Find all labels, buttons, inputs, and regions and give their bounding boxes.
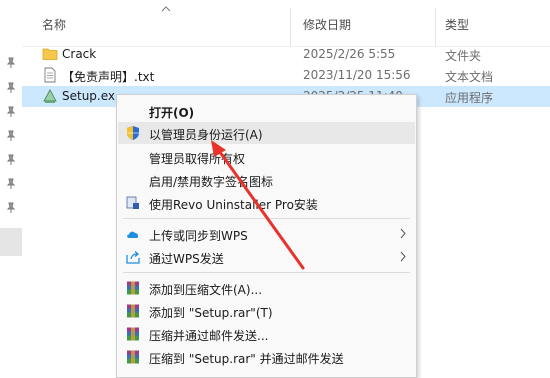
winrar-icon <box>127 350 139 364</box>
chevron-right-icon <box>400 228 406 239</box>
share-icon <box>126 251 140 264</box>
quick-access-strip <box>0 0 22 370</box>
pin-icon[interactable] <box>5 130 17 142</box>
pin-icon[interactable] <box>5 57 17 69</box>
file-date: 2025/2/26 5:55 <box>303 47 396 61</box>
menu-separator <box>123 218 410 219</box>
menu-item-wps-upload[interactable]: 上传或同步到WPS <box>118 223 415 245</box>
pin-icon[interactable] <box>5 106 17 118</box>
menu-item-add-to-setup-rar[interactable]: 添加到 "Setup.rar"(T) <box>118 300 415 322</box>
cloud-icon <box>127 231 139 238</box>
pin-icon[interactable] <box>5 178 17 190</box>
menu-item-label: 压缩到 "Setup.rar" 并通过邮件发送 <box>149 352 344 366</box>
menu-item-compress-and-email[interactable]: 压缩并通过邮件发送... <box>118 323 415 345</box>
context-menu: 打开(O) 以管理员身份运行(A) 管理员取得所有权 启用/禁用数字签名图标 使… <box>116 94 417 378</box>
column-divider[interactable] <box>290 8 291 46</box>
text-file-icon <box>44 67 56 83</box>
column-header-name[interactable]: 名称 <box>42 16 66 33</box>
menu-item-add-to-archive[interactable]: 添加到压缩文件(A)... <box>118 277 415 299</box>
menu-item-compress-setup-rar-email[interactable]: 压缩到 "Setup.rar" 并通过邮件发送 <box>118 346 415 368</box>
menu-item-label: 启用/禁用数字签名图标 <box>149 175 274 189</box>
file-name: 【免责声明】.txt <box>62 70 155 84</box>
file-row[interactable]: Crack 2025/2/26 5:55 文件夹 <box>22 44 550 65</box>
chevron-right-icon <box>400 251 406 262</box>
menu-item-label: 打开(O) <box>149 106 195 120</box>
column-divider[interactable] <box>435 8 436 46</box>
winrar-icon <box>127 327 139 341</box>
file-date: 2023/11/20 15:56 <box>303 68 411 82</box>
nav-selected-item[interactable] <box>0 228 22 256</box>
menu-item-open[interactable]: 打开(O) <box>118 100 415 122</box>
revo-uninstaller-icon <box>126 196 139 209</box>
winrar-icon <box>127 304 139 318</box>
pin-icon[interactable] <box>5 82 17 94</box>
file-type: 应用程序 <box>445 91 494 105</box>
menu-separator <box>123 272 410 273</box>
menu-item-label: 通过WPS发送 <box>149 252 224 266</box>
column-header-date[interactable]: 修改日期 <box>303 16 351 33</box>
file-list-header: 名称 修改日期 类型 <box>22 0 550 47</box>
uac-shield-icon <box>127 126 139 140</box>
menu-item-label: 添加到 "Setup.rar"(T) <box>149 306 273 320</box>
menu-item-revo-install[interactable]: 使用Revo Uninstaller Pro安装 <box>118 192 415 214</box>
menu-item-wps-send[interactable]: 通过WPS发送 <box>118 246 415 268</box>
menu-item-label: 上传或同步到WPS <box>149 229 248 243</box>
file-type: 文件夹 <box>445 49 482 63</box>
file-name: Setup.ex <box>62 89 116 103</box>
menu-item-run-as-admin[interactable]: 以管理员身份运行(A) <box>118 122 415 144</box>
menu-item-label: 添加到压缩文件(A)... <box>149 283 263 297</box>
menu-item-label: 管理员取得所有权 <box>149 152 246 166</box>
installer-icon <box>43 89 57 103</box>
menu-item-toggle-digital-signature[interactable]: 启用/禁用数字签名图标 <box>118 169 415 191</box>
folder-icon <box>42 48 58 60</box>
menu-item-label: 压缩并通过邮件发送... <box>149 329 269 343</box>
file-row[interactable]: 【免责声明】.txt 2023/11/20 15:56 文本文档 <box>22 65 550 86</box>
pin-icon[interactable] <box>5 154 17 166</box>
sort-ascending-icon <box>161 6 171 12</box>
pin-icon[interactable] <box>5 202 17 214</box>
menu-item-take-ownership[interactable]: 管理员取得所有权 <box>118 146 415 168</box>
file-name: Crack <box>62 47 97 61</box>
menu-item-label: 以管理员身份运行(A) <box>149 128 263 142</box>
file-type: 文本文档 <box>445 70 494 84</box>
column-header-type[interactable]: 类型 <box>445 16 469 33</box>
menu-item-label: 使用Revo Uninstaller Pro安装 <box>149 198 318 212</box>
winrar-icon <box>127 281 139 295</box>
